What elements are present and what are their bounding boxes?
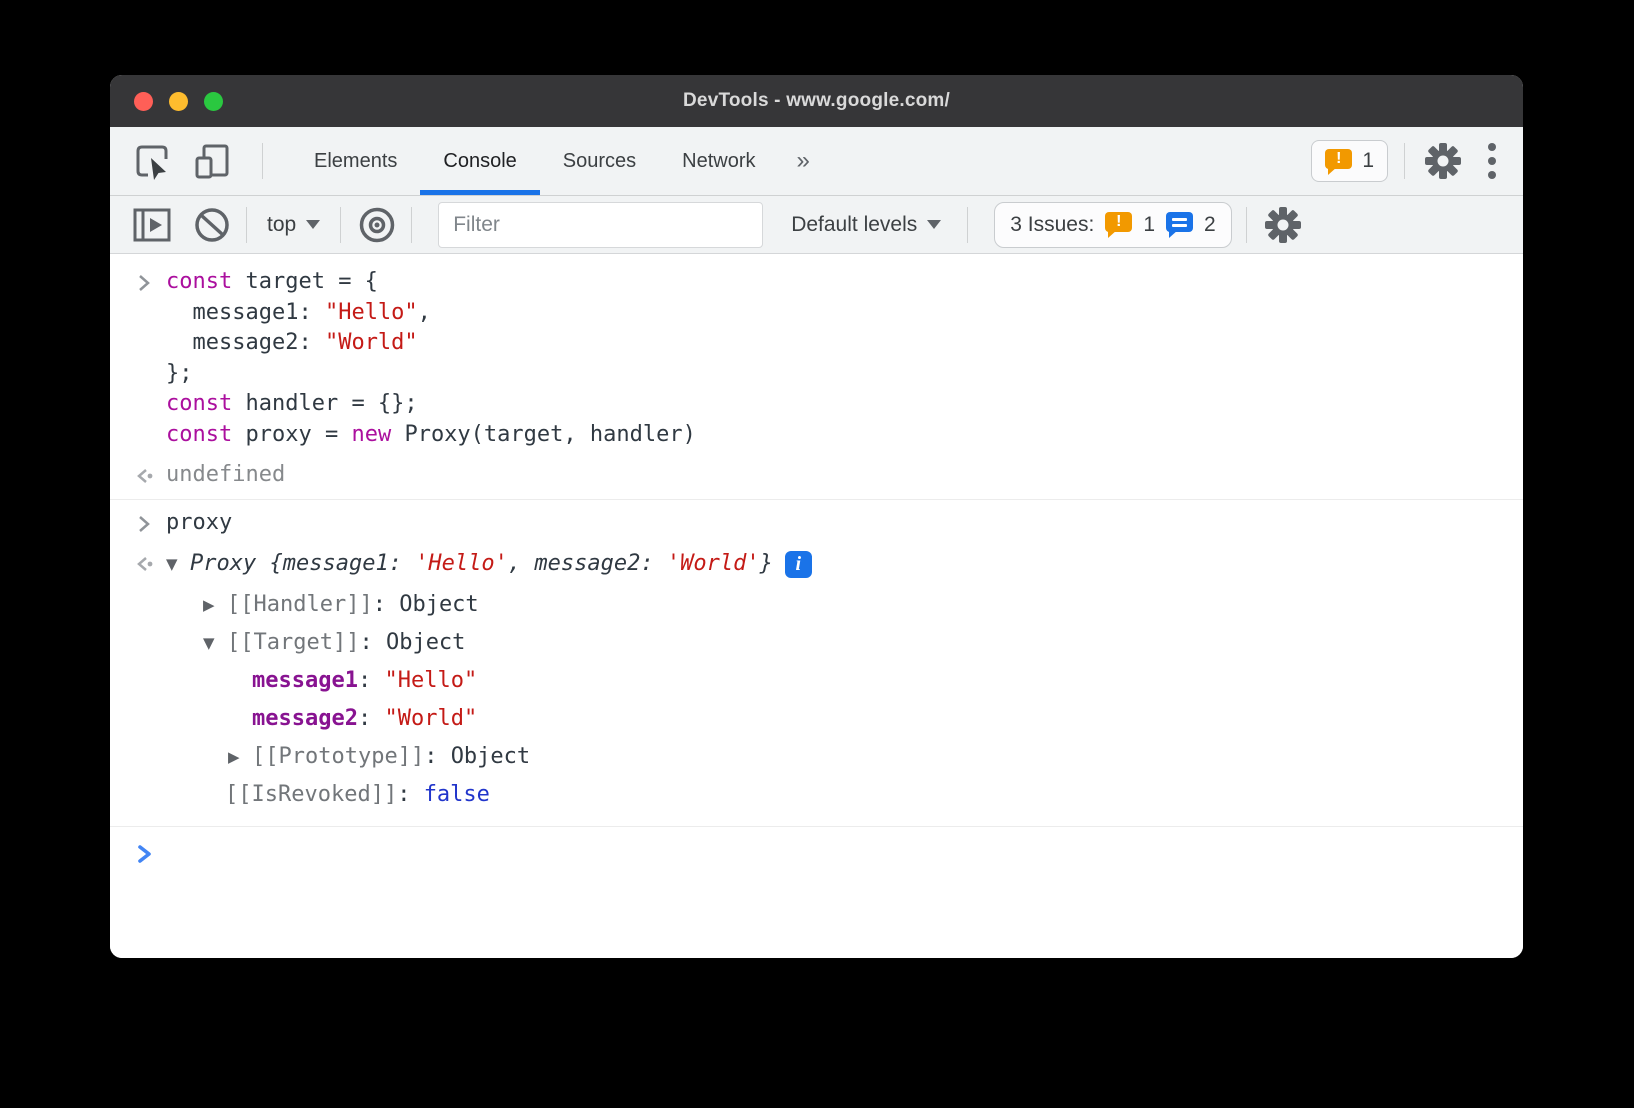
divider [262, 143, 263, 179]
eye-icon [355, 205, 399, 245]
property-prototype: [[Prototype]]: Object [252, 744, 530, 769]
javascript-context-selector[interactable]: top [261, 213, 326, 237]
zoom-window-button[interactable] [204, 92, 223, 111]
close-window-button[interactable] [134, 92, 153, 111]
tree-row-handler: ▶ [[Handler]]: Object [110, 586, 1523, 624]
message-divider [110, 826, 1523, 827]
kebab-menu-icon [1487, 141, 1497, 181]
tab-sources[interactable]: Sources [540, 127, 659, 195]
issues-badge-button[interactable]: ! 1 [1311, 140, 1388, 182]
tab-elements[interactable]: Elements [291, 127, 420, 195]
chevron-down-icon [306, 220, 320, 229]
property-isrevoked: [[IsRevoked]]: false [225, 782, 490, 807]
clear-console-icon [192, 205, 232, 245]
devtools-window: DevTools - www.google.com/ [110, 75, 1523, 958]
message-divider [110, 499, 1523, 500]
divider [1404, 143, 1405, 179]
window-title: DevTools - www.google.com/ [110, 90, 1523, 112]
context-selector-value: top [267, 213, 296, 237]
issues-button-label: 3 Issues: [1010, 213, 1094, 237]
property-target: [[Target]]: Object [227, 630, 465, 655]
prompt-chevron-icon [134, 842, 154, 866]
divider [340, 207, 341, 243]
settings-button[interactable] [1421, 139, 1465, 183]
proxy-object-preview: Proxy {message1: 'Hello', message2: 'Wor… [190, 549, 773, 580]
gear-icon [1421, 139, 1465, 183]
chevron-down-icon [927, 220, 941, 229]
tree-row-isrevoked: [[IsRevoked]]: false [110, 776, 1523, 814]
console-sidebar-icon [132, 207, 172, 243]
log-levels-selector[interactable]: Default levels [785, 213, 947, 237]
console-input-area[interactable] [166, 842, 179, 867]
divider [967, 207, 968, 243]
tab-bar: Elements Console Sources Network » ! 1 [110, 127, 1523, 196]
property-handler: [[Handler]]: Object [227, 592, 479, 617]
tree-row-target: ▼ [[Target]]: Object [110, 624, 1523, 662]
issues-error-count: 1 [1143, 213, 1155, 237]
return-value-icon [134, 460, 154, 487]
property-message1: message1: "Hello" [252, 668, 477, 693]
issues-button[interactable]: 3 Issues: ! 1 2 [994, 202, 1231, 248]
tree-row-prototype: ▶ [[Prototype]]: Object [110, 738, 1523, 776]
panel-tabs: Elements Console Sources Network » [291, 127, 828, 195]
console-prompt[interactable] [110, 830, 1523, 875]
console-messages: const target = { message1: "Hello", mess… [110, 254, 1523, 958]
tab-network[interactable]: Network [659, 127, 778, 195]
inspect-cursor-icon [132, 141, 172, 181]
log-levels-value: Default levels [791, 213, 917, 237]
tab-console[interactable]: Console [420, 127, 539, 195]
command-code: proxy [166, 508, 232, 539]
issue-warning-icon: ! [1325, 149, 1352, 174]
issues-message-count: 2 [1204, 213, 1216, 237]
clear-console-button[interactable] [192, 205, 232, 245]
return-value-icon [134, 553, 154, 575]
issue-warning-icon: ! [1105, 212, 1132, 237]
customize-devtools-button[interactable] [1487, 141, 1497, 181]
inspect-element-button[interactable] [132, 141, 172, 181]
command-chevron-icon [134, 508, 154, 535]
console-toolbar: top Default levels 3 Issues: [110, 196, 1523, 254]
disclosure-caret-collapsed-icon[interactable]: ▶ [203, 596, 227, 614]
message-bubble-icon [1166, 212, 1193, 237]
console-result-row: undefined [110, 455, 1523, 496]
divider [246, 207, 247, 243]
console-command-entry: const target = { message1: "Hello", mess… [110, 262, 1523, 455]
result-undefined: undefined [166, 460, 285, 491]
disclosure-caret-collapsed-icon[interactable]: ▶ [228, 748, 252, 766]
minimize-window-button[interactable] [169, 92, 188, 111]
info-icon[interactable]: i [785, 551, 812, 578]
divider [1246, 207, 1247, 243]
show-console-sidebar-button[interactable] [132, 207, 172, 243]
titlebar: DevTools - www.google.com/ [110, 75, 1523, 127]
device-toolbar-icon [192, 141, 232, 181]
gear-icon [1261, 203, 1305, 247]
more-tabs-chevron[interactable]: » [779, 127, 828, 195]
property-message2: message2: "World" [252, 706, 477, 731]
object-preview-row: ▼ Proxy {message1: 'Hello', message2: 'W… [110, 543, 1523, 586]
divider [411, 207, 412, 243]
create-live-expression-button[interactable] [355, 205, 399, 245]
command-code: const target = { message1: "Hello", mess… [166, 267, 696, 450]
tree-row-message1: message1: "Hello" [110, 662, 1523, 700]
toggle-device-toolbar-button[interactable] [192, 141, 232, 181]
tree-row-message2: message2: "World" [110, 700, 1523, 738]
issues-badge-count: 1 [1362, 149, 1374, 173]
console-settings-button[interactable] [1261, 203, 1305, 247]
disclosure-caret-expanded-icon[interactable]: ▼ [166, 555, 190, 573]
traffic-lights [134, 92, 223, 111]
filter-input[interactable] [438, 202, 763, 248]
command-chevron-icon [134, 267, 154, 294]
disclosure-caret-expanded-icon[interactable]: ▼ [203, 634, 227, 652]
console-command-entry: proxy [110, 503, 1523, 544]
